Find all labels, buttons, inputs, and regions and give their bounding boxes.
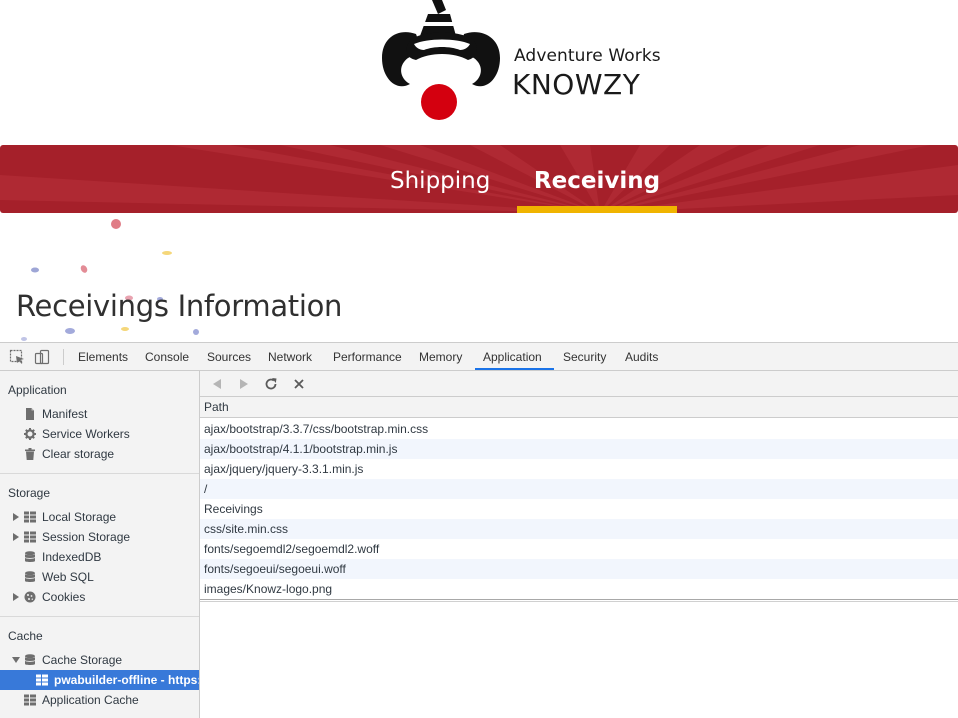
table-row[interactable]: css/site.min.css bbox=[200, 519, 958, 539]
table-row[interactable]: images/Knowz-logo.png bbox=[200, 579, 958, 599]
sidebar-item-local-storage[interactable]: Local Storage bbox=[0, 507, 199, 527]
cookie-icon bbox=[24, 591, 36, 603]
tab-sources[interactable]: Sources bbox=[207, 343, 251, 370]
sidebar-item-label: Cookies bbox=[42, 590, 86, 604]
sidebar-item-pwabuilder-offline[interactable]: pwabuilder-offline - https:/ bbox=[0, 670, 199, 690]
inspect-element-icon[interactable] bbox=[9, 349, 25, 365]
sidebar-item-application-cache[interactable]: Application Cache bbox=[0, 690, 199, 710]
cache-toolbar bbox=[200, 371, 958, 397]
expand-triangle-icon[interactable] bbox=[12, 532, 20, 542]
sidebar-item-session-storage[interactable]: Session Storage bbox=[0, 527, 199, 547]
sidebar-item-label: pwabuilder-offline - https:/ bbox=[54, 673, 199, 687]
device-toolbar-icon[interactable] bbox=[34, 349, 50, 365]
nav-shipping[interactable]: Shipping bbox=[390, 145, 490, 213]
column-header-path[interactable]: Path bbox=[200, 397, 958, 418]
clown-mascot-icon bbox=[382, 0, 500, 120]
brand-text: Adventure Works KNOWZY bbox=[512, 46, 661, 101]
cache-entries-list: ajax/bootstrap/3.3.7/css/bootstrap.min.c… bbox=[200, 419, 958, 599]
sidebar-item-manifest[interactable]: Manifest bbox=[0, 404, 199, 424]
sidebar-item-clear-storage[interactable]: Clear storage bbox=[0, 444, 199, 464]
table-grid-icon bbox=[36, 674, 48, 686]
section-storage: Storage bbox=[8, 486, 51, 500]
sidebar-item-service-workers[interactable]: Service Workers bbox=[0, 424, 199, 444]
sidebar-item-label: IndexedDB bbox=[42, 550, 102, 564]
table-grid-icon bbox=[24, 531, 36, 543]
table-row[interactable]: fonts/segoemdl2/segoemdl2.woff bbox=[200, 539, 958, 559]
sidebar-item-cookies[interactable]: Cookies bbox=[0, 587, 199, 607]
database-icon bbox=[24, 551, 36, 562]
previous-page-icon[interactable] bbox=[210, 377, 224, 391]
sidebar-item-label: Local Storage bbox=[42, 510, 117, 524]
nav-receiving[interactable]: Receiving bbox=[517, 145, 677, 213]
brand-line1: Adventure Works bbox=[514, 46, 661, 66]
application-sidebar: Application Manifest Service Workers Cle… bbox=[0, 371, 200, 718]
table-row[interactable]: / bbox=[200, 479, 958, 499]
sidebar-item-label: Service Workers bbox=[42, 427, 130, 441]
sidebar-item-label: Application Cache bbox=[42, 693, 139, 707]
refresh-icon[interactable] bbox=[264, 377, 278, 391]
tab-audits[interactable]: Audits bbox=[625, 343, 658, 370]
sidebar-item-label: Web SQL bbox=[42, 570, 94, 584]
sidebar-item-indexeddb[interactable]: IndexedDB bbox=[0, 547, 199, 567]
gear-icon bbox=[24, 428, 36, 440]
tab-security[interactable]: Security bbox=[563, 343, 606, 370]
trash-icon bbox=[25, 448, 35, 460]
table-row[interactable]: ajax/jquery/jquery-3.3.1.min.js bbox=[200, 459, 958, 479]
tab-elements[interactable]: Elements bbox=[78, 343, 128, 370]
database-icon bbox=[24, 571, 36, 582]
page-title: Receivings Information bbox=[16, 289, 343, 323]
devtools-panel: Elements Console Sources Network Perform… bbox=[0, 342, 958, 718]
tab-network[interactable]: Network bbox=[268, 343, 312, 370]
nav-active-indicator bbox=[517, 206, 677, 213]
preview-splitter[interactable] bbox=[200, 599, 958, 602]
sidebar-item-label: Clear storage bbox=[42, 447, 115, 461]
tab-console[interactable]: Console bbox=[145, 343, 189, 370]
tab-application[interactable]: Application bbox=[483, 343, 542, 370]
table-row[interactable]: ajax/bootstrap/3.3.7/css/bootstrap.min.c… bbox=[200, 419, 958, 439]
database-icon bbox=[24, 654, 36, 665]
devtools-tabbar: Elements Console Sources Network Perform… bbox=[0, 343, 958, 371]
next-page-icon[interactable] bbox=[237, 377, 251, 391]
sidebar-item-cache-storage[interactable]: Cache Storage bbox=[0, 650, 199, 670]
brand-line2: KNOWZY bbox=[512, 68, 641, 101]
cache-viewer: Path ajax/bootstrap/3.3.7/css/bootstrap.… bbox=[200, 371, 958, 718]
active-tab-indicator bbox=[475, 368, 554, 370]
tab-performance[interactable]: Performance bbox=[333, 343, 402, 370]
table-row[interactable]: Receivings bbox=[200, 499, 958, 519]
sidebar-divider bbox=[0, 473, 199, 474]
sidebar-item-label: Session Storage bbox=[42, 530, 131, 544]
main-navbar: Shipping Receiving bbox=[0, 145, 958, 213]
delete-icon[interactable] bbox=[292, 377, 306, 391]
sidebar-item-web-sql[interactable]: Web SQL bbox=[0, 567, 199, 587]
expand-triangle-icon[interactable] bbox=[12, 512, 20, 522]
table-row[interactable]: ajax/bootstrap/4.1.1/bootstrap.min.js bbox=[200, 439, 958, 459]
table-grid-icon bbox=[24, 511, 36, 523]
collapse-triangle-icon[interactable] bbox=[12, 655, 20, 665]
table-row[interactable]: fonts/segoeui/segoeui.woff bbox=[200, 559, 958, 579]
expand-triangle-icon[interactable] bbox=[12, 592, 20, 602]
site-logo[interactable]: Adventure Works KNOWZY bbox=[380, 0, 680, 124]
confetti-decoration bbox=[21, 219, 199, 341]
toolbar-divider bbox=[63, 349, 64, 365]
table-grid-icon bbox=[24, 694, 36, 706]
sidebar-item-label: Cache Storage bbox=[42, 653, 123, 667]
sidebar-item-label: Manifest bbox=[42, 407, 88, 421]
section-cache: Cache bbox=[8, 629, 43, 643]
sidebar-divider bbox=[0, 616, 199, 617]
document-icon bbox=[26, 408, 34, 420]
section-application: Application bbox=[8, 383, 67, 397]
tab-memory[interactable]: Memory bbox=[419, 343, 462, 370]
